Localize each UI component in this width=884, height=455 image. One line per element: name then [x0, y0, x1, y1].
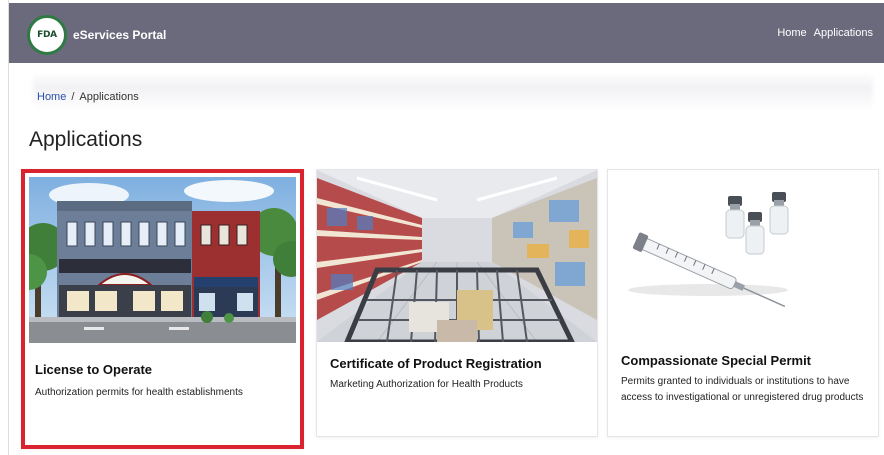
- card-title: Certificate of Product Registration: [330, 356, 542, 371]
- breadcrumb-separator: /: [71, 91, 75, 103]
- breadcrumb-current: Applications: [79, 91, 139, 103]
- card-description: Authorization permits for health establi…: [35, 387, 243, 398]
- page-title: Applications: [29, 128, 143, 151]
- card-certificate-of-product-registration[interactable]: Certificate of Product Registration Mark…: [316, 169, 598, 437]
- decorative-haze: [33, 72, 873, 110]
- brand-title[interactable]: eServices Portal: [73, 28, 166, 42]
- breadcrumb: Home / Applications: [37, 91, 139, 103]
- nav-links: Home Applications: [777, 27, 873, 39]
- fda-logo[interactable]: FDA: [27, 15, 67, 55]
- storefront-image: [29, 177, 296, 343]
- nav-home-link[interactable]: Home: [777, 27, 806, 39]
- top-navbar: FDA eServices Portal Home Applications: [9, 3, 884, 63]
- card-description: Permits granted to individuals or instit…: [621, 376, 864, 403]
- card-license-to-operate[interactable]: License to Operate Authorization permits…: [21, 169, 304, 449]
- breadcrumb-home-link[interactable]: Home: [37, 91, 66, 103]
- nav-applications-link[interactable]: Applications: [814, 27, 873, 39]
- card-title: Compassionate Special Permit: [621, 353, 812, 368]
- supermarket-aisle-image: [317, 170, 597, 342]
- syringe-image: [608, 170, 878, 342]
- card-title: License to Operate: [35, 362, 153, 377]
- page-frame: FDA eServices Portal Home Applications H…: [8, 0, 884, 455]
- card-description: Marketing Authorization for Health Produ…: [330, 379, 523, 390]
- logo-text: FDA: [37, 30, 57, 40]
- card-compassionate-special-permit[interactable]: Compassionate Special Permit Permits gra…: [607, 169, 879, 437]
